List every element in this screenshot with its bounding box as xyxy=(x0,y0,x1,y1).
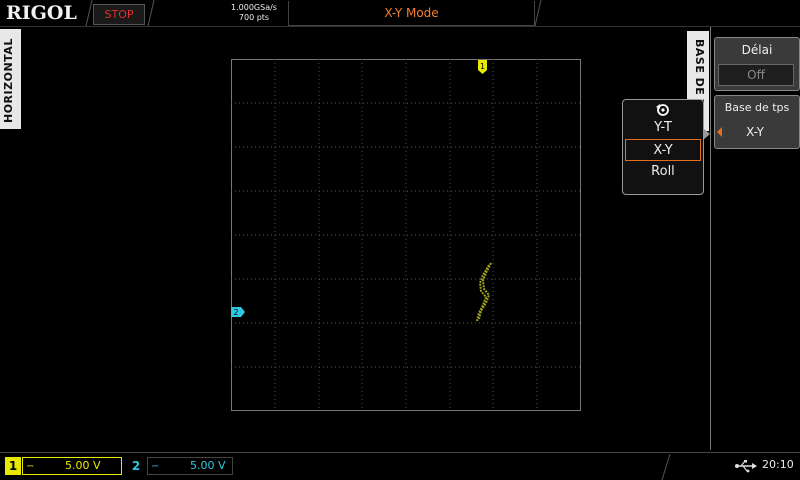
popup-item-roll[interactable]: Roll xyxy=(625,161,701,183)
top-divider xyxy=(0,26,800,27)
ch2-tag[interactable]: 2 xyxy=(128,457,144,475)
usb-icon xyxy=(735,460,757,473)
ch2-scale-box[interactable]: ⎓ 5.00 V xyxy=(147,457,233,475)
ch1-marker-label: 1 xyxy=(480,62,485,71)
dc-coupling-icon: ⎓ xyxy=(152,461,159,470)
timebase-value: X-Y xyxy=(746,125,764,139)
ch1-scale-box[interactable]: ⎓ 5.00 V xyxy=(22,457,122,475)
divider-slash xyxy=(661,454,671,480)
rotate-knob-icon xyxy=(656,104,669,116)
ch1-trigger-marker[interactable]: 1 xyxy=(478,60,487,74)
memory-depth: 700 pts xyxy=(238,13,270,22)
sample-rate: 1.000GSa/s xyxy=(231,3,277,12)
waveform-grid xyxy=(231,59,581,411)
xy-trace xyxy=(476,262,492,322)
popup-item-yt[interactable]: Y-T xyxy=(625,117,701,139)
clock: 20:10 xyxy=(762,458,794,471)
dc-coupling-icon: ⎓ xyxy=(27,461,34,470)
mode-title: X-Y Mode xyxy=(288,1,535,26)
brand-logo: RIGOL xyxy=(6,2,77,24)
bottom-divider xyxy=(0,452,800,453)
acquisition-info: 1.000GSa/s 700 pts xyxy=(225,3,283,23)
grid-lines xyxy=(231,59,581,411)
popup-pointer xyxy=(703,128,710,140)
ch2-scale: 5.00 V xyxy=(190,459,226,472)
popup-item-xy[interactable]: X-Y xyxy=(625,139,701,161)
divider-slash xyxy=(147,0,155,26)
timebase-label: Base de tps xyxy=(724,101,790,114)
delay-softkey[interactable]: Délai Off xyxy=(714,37,800,91)
delay-label: Délai xyxy=(741,43,773,57)
ch1-scale: 5.00 V xyxy=(65,459,101,472)
timebase-mode-popup: Y-T X-Y Roll xyxy=(622,99,710,195)
run-stop-status[interactable]: STOP xyxy=(93,4,145,25)
ch2-offset-marker[interactable]: 2 xyxy=(231,307,245,317)
ch1-tag[interactable]: 1 xyxy=(5,457,21,475)
timebase-softkey[interactable]: Base de tps X-Y xyxy=(714,95,800,149)
delay-value: Off xyxy=(718,64,794,86)
divider-slash xyxy=(534,0,542,26)
ch2-marker-label: 2 xyxy=(233,308,238,317)
horizontal-tab[interactable]: HORIZONTAL xyxy=(0,29,21,129)
horizontal-tab-label: HORIZONTAL xyxy=(2,38,15,123)
